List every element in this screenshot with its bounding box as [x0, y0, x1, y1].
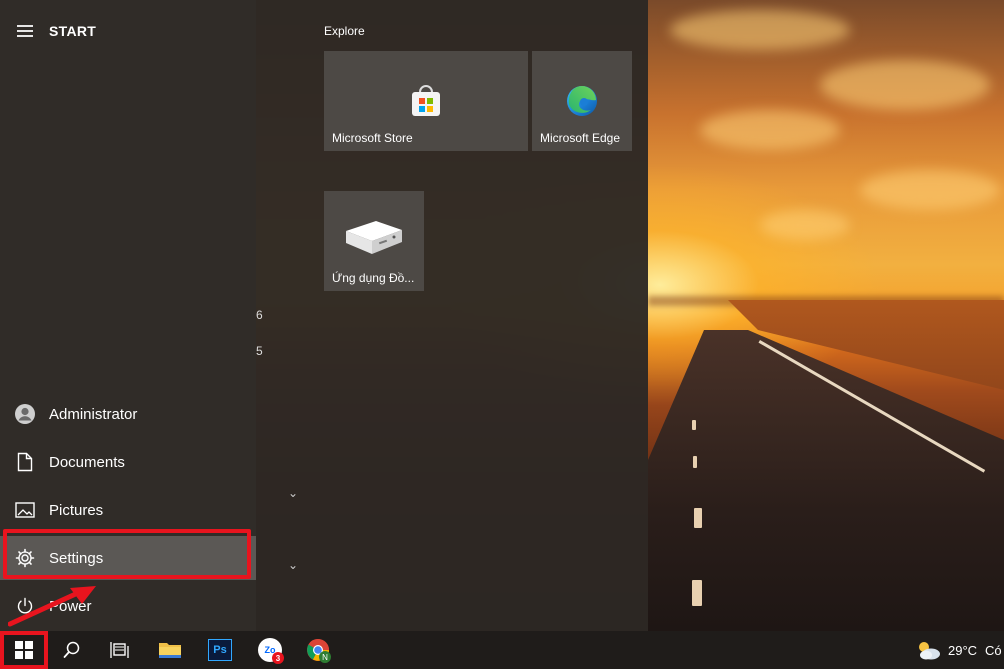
tile-label: Microsoft Edge — [540, 131, 621, 145]
nav-item-administrator[interactable]: Administrator — [0, 392, 256, 436]
zalo-button[interactable]: Zo 3 — [250, 631, 290, 669]
tile-label: Ứng dụng Đồ... — [332, 271, 415, 285]
tile-microsoft-store[interactable]: Microsoft Store — [324, 51, 528, 151]
taskbar: Ps Zo 3 N 29°C Có — [0, 631, 1004, 669]
search-button[interactable] — [52, 631, 92, 669]
nav-item-label: Administrator — [49, 405, 138, 423]
task-view-icon — [110, 642, 129, 658]
edge-icon — [565, 84, 599, 123]
photoshop-button[interactable]: Ps — [200, 631, 240, 669]
chrome-button[interactable]: N — [298, 631, 338, 669]
start-button-highlight-annotation — [0, 631, 48, 669]
user-avatar-icon — [14, 403, 36, 425]
nav-item-documents[interactable]: Documents — [0, 440, 256, 484]
profile-badge: N — [319, 651, 331, 663]
nav-item-label: Documents — [49, 453, 125, 471]
annotation-arrow-icon — [8, 586, 96, 627]
tile-label: Microsoft Store — [332, 131, 413, 145]
zalo-icon: Zo 3 — [258, 638, 284, 664]
tile-ung-dung-do[interactable]: Ứng dụng Đồ... — [324, 191, 424, 291]
search-icon — [63, 641, 80, 658]
notification-badge: 3 — [272, 652, 284, 664]
store-bag-icon — [410, 84, 442, 123]
nav-item-label: Pictures — [49, 501, 104, 519]
nav-item-pictures[interactable]: Pictures — [0, 488, 256, 532]
start-title: START — [49, 23, 97, 39]
cloud — [700, 110, 840, 150]
settings-highlight-annotation — [3, 529, 251, 579]
lane-marking — [692, 580, 702, 606]
picture-icon — [14, 499, 36, 521]
lane-marking — [694, 508, 702, 528]
tile-microsoft-edge[interactable]: Microsoft Edge — [532, 51, 632, 151]
app-list-partial-glyph: 5 — [256, 344, 263, 358]
cloud — [820, 60, 990, 110]
chevron-down-icon[interactable]: ⌄ — [288, 486, 298, 500]
device-box-icon — [344, 217, 404, 262]
cloud — [860, 170, 1000, 210]
task-view-button[interactable] — [100, 631, 140, 669]
weather-temp: 29°C — [948, 642, 978, 658]
chrome-icon: N — [306, 638, 331, 663]
cloud — [670, 10, 850, 50]
lane-marking — [693, 456, 697, 468]
tile-group-title: Explore — [324, 24, 365, 38]
start-header: START — [0, 14, 256, 48]
weather-widget[interactable]: 29°C Có — [914, 631, 1002, 669]
partly-cloudy-icon — [919, 642, 940, 660]
chevron-down-icon[interactable]: ⌄ — [288, 558, 298, 572]
hamburger-menu-icon[interactable] — [17, 25, 33, 37]
file-explorer-button[interactable] — [150, 631, 190, 669]
lane-marking — [692, 420, 696, 430]
cloud — [760, 210, 850, 240]
photoshop-icon: Ps — [208, 639, 232, 661]
app-list-partial-glyph: 6 — [256, 308, 263, 322]
folder-icon — [159, 643, 181, 658]
document-icon — [14, 451, 36, 473]
weather-text: Có — [985, 642, 1002, 658]
